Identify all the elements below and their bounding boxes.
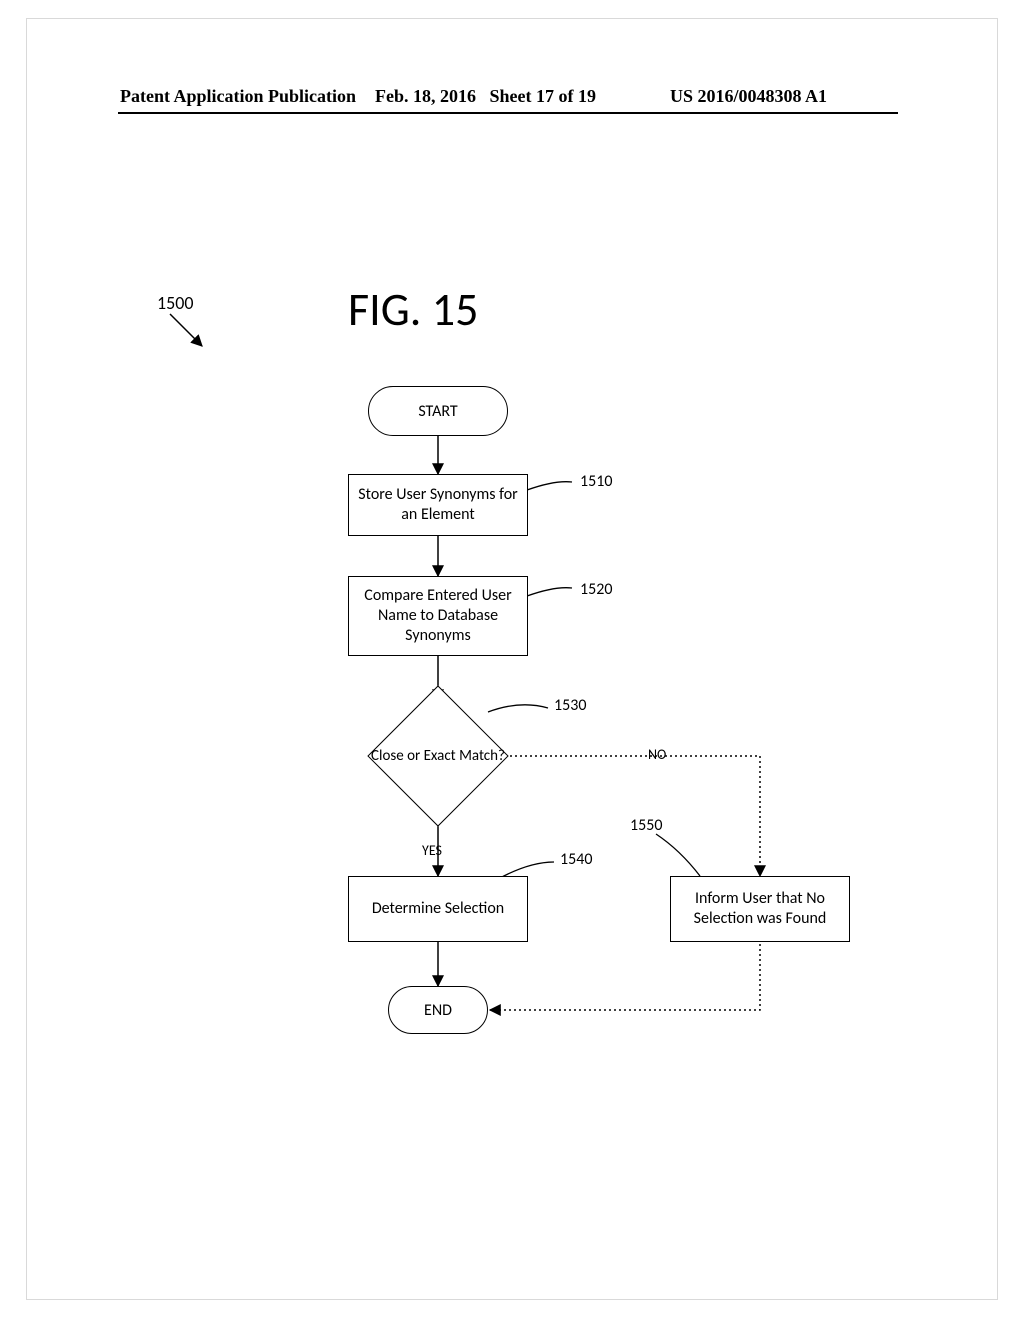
header-sheet: Sheet 17 of 19 bbox=[490, 86, 597, 106]
ref-1520: 1520 bbox=[580, 580, 612, 599]
header-pubno: US 2016/0048308 A1 bbox=[670, 86, 827, 107]
flow-inform-no-selection: Inform User that No Selection was Found bbox=[670, 876, 850, 942]
figure-id: 1500 bbox=[157, 292, 194, 314]
flow-start: START bbox=[368, 386, 508, 436]
ref-1550: 1550 bbox=[630, 816, 662, 835]
header-date-sheet: Feb. 18, 2016 Sheet 17 of 19 bbox=[375, 86, 596, 107]
figure-title: FIG. 15 bbox=[348, 282, 478, 338]
edge-yes-label: YES bbox=[422, 842, 442, 859]
ref-1510: 1510 bbox=[580, 472, 612, 491]
page: Patent Application Publication Feb. 18, … bbox=[0, 0, 1024, 1320]
flow-compare: Compare Entered User Name to Database Sy… bbox=[348, 576, 528, 656]
header-publication: Patent Application Publication bbox=[120, 86, 356, 107]
page-border bbox=[26, 18, 998, 1300]
ref-1530: 1530 bbox=[554, 696, 586, 715]
flow-decision-match: Close or Exact Match? bbox=[388, 706, 488, 806]
edge-no-label: NO bbox=[648, 746, 666, 763]
header-date: Feb. 18, 2016 bbox=[375, 86, 476, 106]
flow-determine-selection: Determine Selection bbox=[348, 876, 528, 942]
header-rule bbox=[118, 112, 898, 114]
ref-1540: 1540 bbox=[560, 850, 592, 869]
flow-store-synonyms: Store User Synonyms for an Element bbox=[348, 474, 528, 536]
flow-end: END bbox=[388, 986, 488, 1034]
flow-decision-label: Close or Exact Match? bbox=[368, 706, 508, 806]
